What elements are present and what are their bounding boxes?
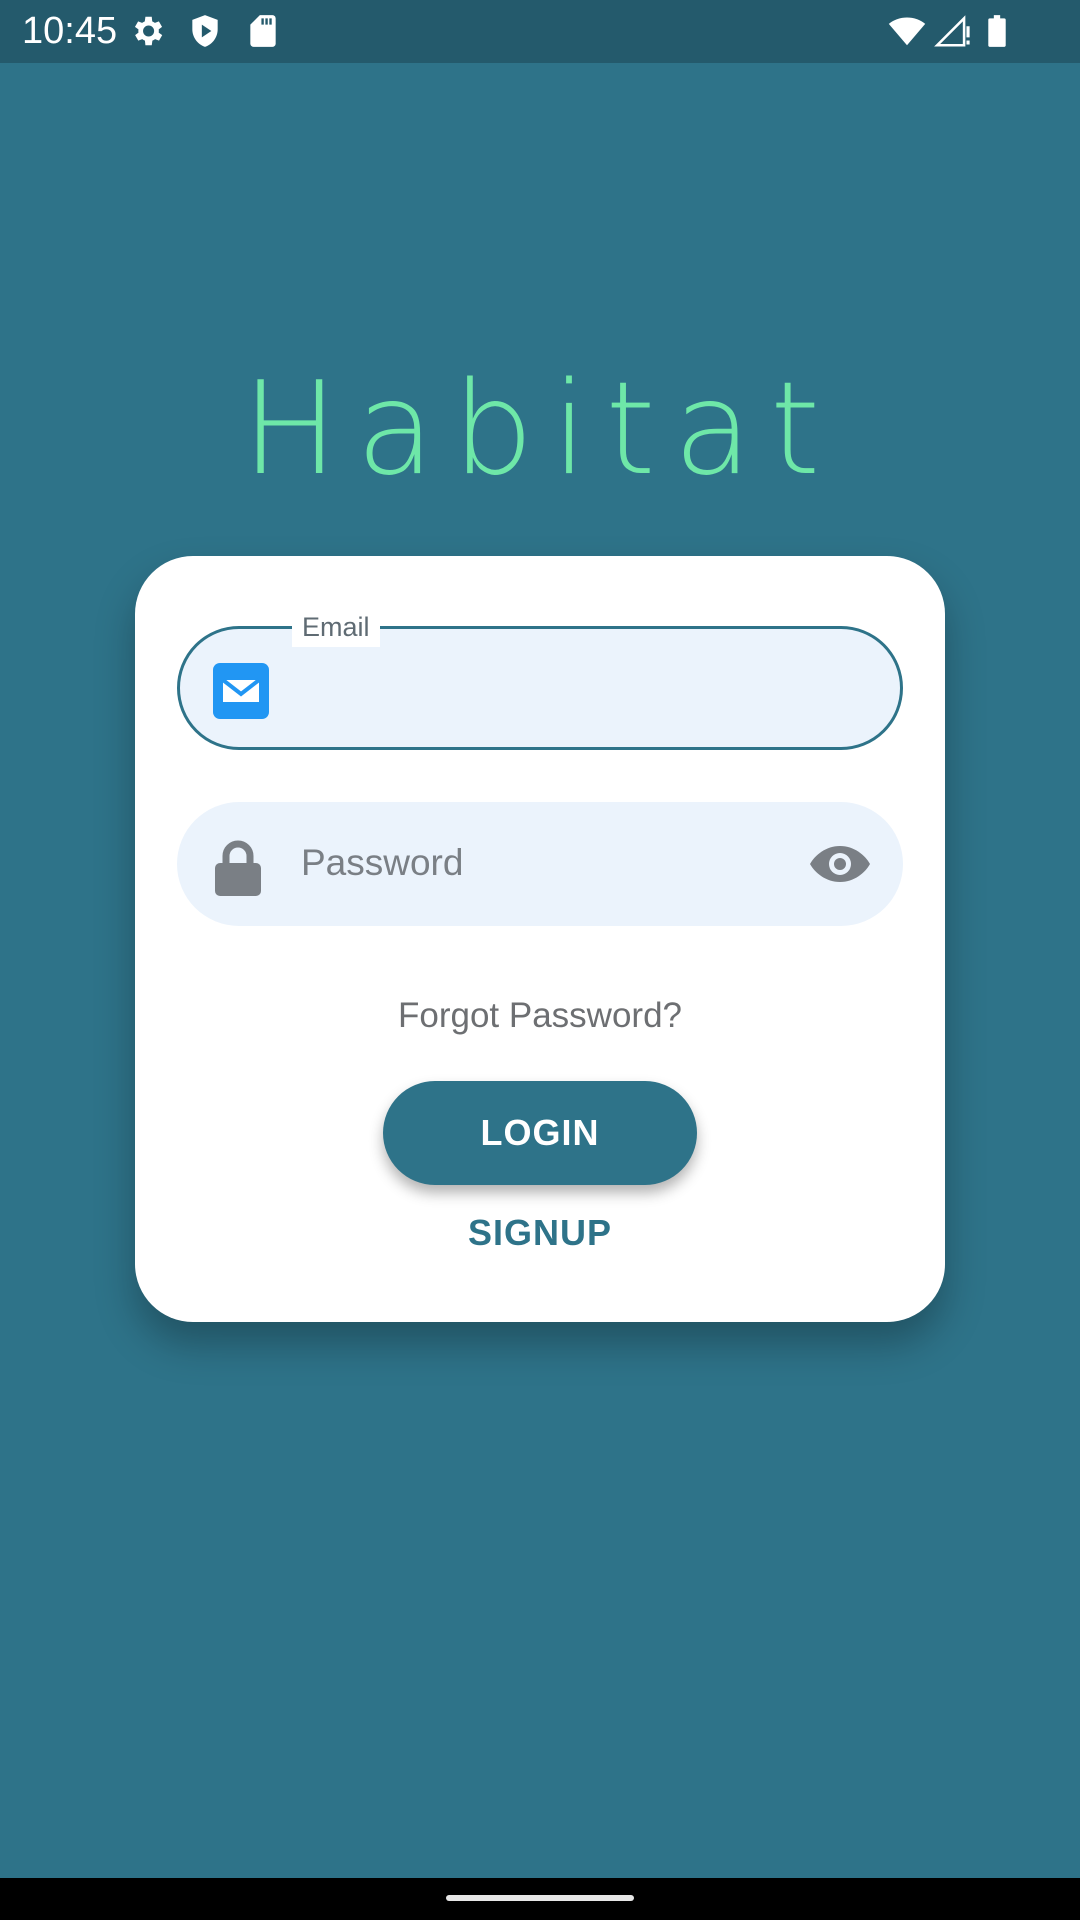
email-field[interactable]: Email — [177, 607, 903, 750]
status-bar: 10:45 — [0, 0, 1080, 63]
signup-button[interactable]: SIGNUP — [135, 1208, 945, 1258]
sd-card-icon — [250, 15, 276, 47]
login-card: Email Password Forgot Password? LOGIN SI… — [135, 556, 945, 1322]
shield-play-icon — [192, 15, 218, 47]
login-button[interactable]: LOGIN — [383, 1081, 697, 1185]
login-screen: 10:45 Habitat Email Password Forgot Pass… — [0, 0, 1080, 1920]
email-label: Email — [292, 607, 380, 647]
wifi-icon — [888, 17, 926, 46]
lock-icon — [215, 840, 261, 896]
app-title: Habitat — [241, 355, 839, 504]
cell-signal-icon — [934, 15, 970, 47]
status-time: 10:45 — [22, 10, 118, 52]
envelope-icon — [213, 663, 269, 719]
password-field[interactable]: Password — [177, 802, 903, 926]
eye-icon[interactable] — [809, 842, 871, 886]
settings-icon — [134, 16, 163, 46]
navigation-bar — [0, 1878, 1080, 1920]
home-handle[interactable] — [446, 1895, 634, 1901]
password-placeholder: Password — [301, 842, 464, 883]
battery-icon — [988, 15, 1006, 47]
forgot-password-link[interactable]: Forgot Password? — [135, 994, 945, 1038]
